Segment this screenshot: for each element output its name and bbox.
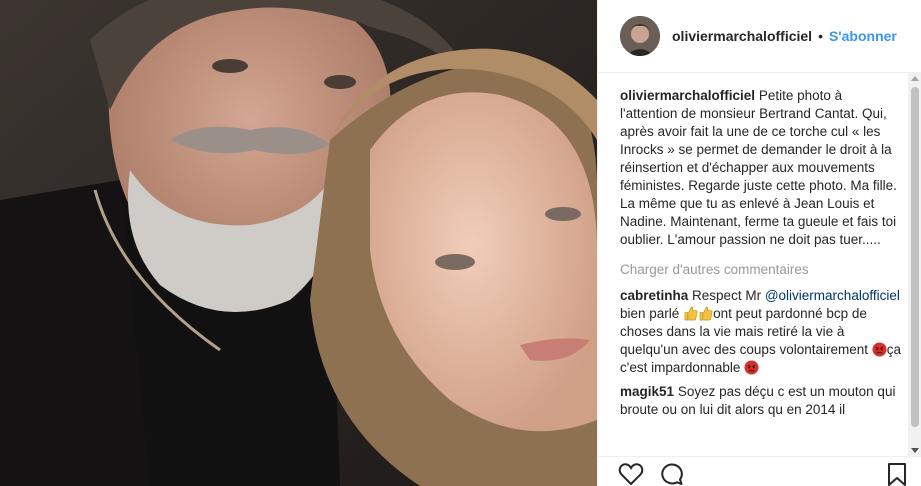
angry-face-emoji bbox=[744, 360, 759, 375]
comment-mention[interactable]: @oliviermarchalofficiel bbox=[765, 288, 900, 303]
scroll-down-arrow[interactable] bbox=[911, 448, 919, 453]
comment-item: cabretinha Respect Mr @oliviermarchaloff… bbox=[620, 287, 902, 377]
post-sidebar: oliviermarchalofficiel • S'abonner olivi… bbox=[597, 0, 921, 486]
angry-face-emoji bbox=[872, 342, 887, 357]
comments-list: oliviermarchalofficiel Petite photo à l'… bbox=[620, 87, 902, 425]
photo-image bbox=[0, 0, 597, 486]
load-more-comments[interactable]: Charger d'autres commentaires bbox=[620, 261, 902, 279]
comments-scrollbar[interactable] bbox=[908, 73, 921, 456]
scrollbar-thumb[interactable] bbox=[911, 87, 919, 427]
post-username[interactable]: oliviermarchalofficiel bbox=[672, 28, 812, 44]
comment-text: Respect Mr bbox=[692, 288, 762, 303]
comment-icon[interactable] bbox=[658, 462, 684, 486]
comment-username[interactable]: cabretinha bbox=[620, 288, 688, 303]
bookmark-icon[interactable] bbox=[884, 462, 910, 486]
caption-text: Petite photo à l'attention de monsieur B… bbox=[620, 88, 897, 247]
follow-button[interactable]: S'abonner bbox=[829, 28, 897, 44]
header-separator: • bbox=[818, 28, 823, 44]
thumbs-up-emoji bbox=[699, 306, 713, 321]
like-heart-icon[interactable] bbox=[618, 462, 644, 486]
thumbs-up-emoji bbox=[684, 306, 698, 321]
post-photo[interactable] bbox=[0, 0, 597, 486]
post-header: oliviermarchalofficiel • S'abonner bbox=[598, 0, 921, 73]
scroll-up-arrow[interactable] bbox=[911, 76, 919, 81]
action-bar bbox=[598, 456, 921, 486]
comment-text: bien parlé bbox=[620, 306, 680, 321]
avatar[interactable] bbox=[620, 16, 660, 56]
caption-username[interactable]: oliviermarchalofficiel bbox=[620, 88, 755, 103]
comment-username[interactable]: magik51 bbox=[620, 384, 674, 399]
caption: oliviermarchalofficiel Petite photo à l'… bbox=[620, 87, 902, 249]
avatar-image bbox=[620, 16, 660, 56]
comment-item: magik51 Soyez pas déçu c est un mouton q… bbox=[620, 383, 902, 419]
comments-area[interactable]: oliviermarchalofficiel Petite photo à l'… bbox=[598, 73, 921, 456]
